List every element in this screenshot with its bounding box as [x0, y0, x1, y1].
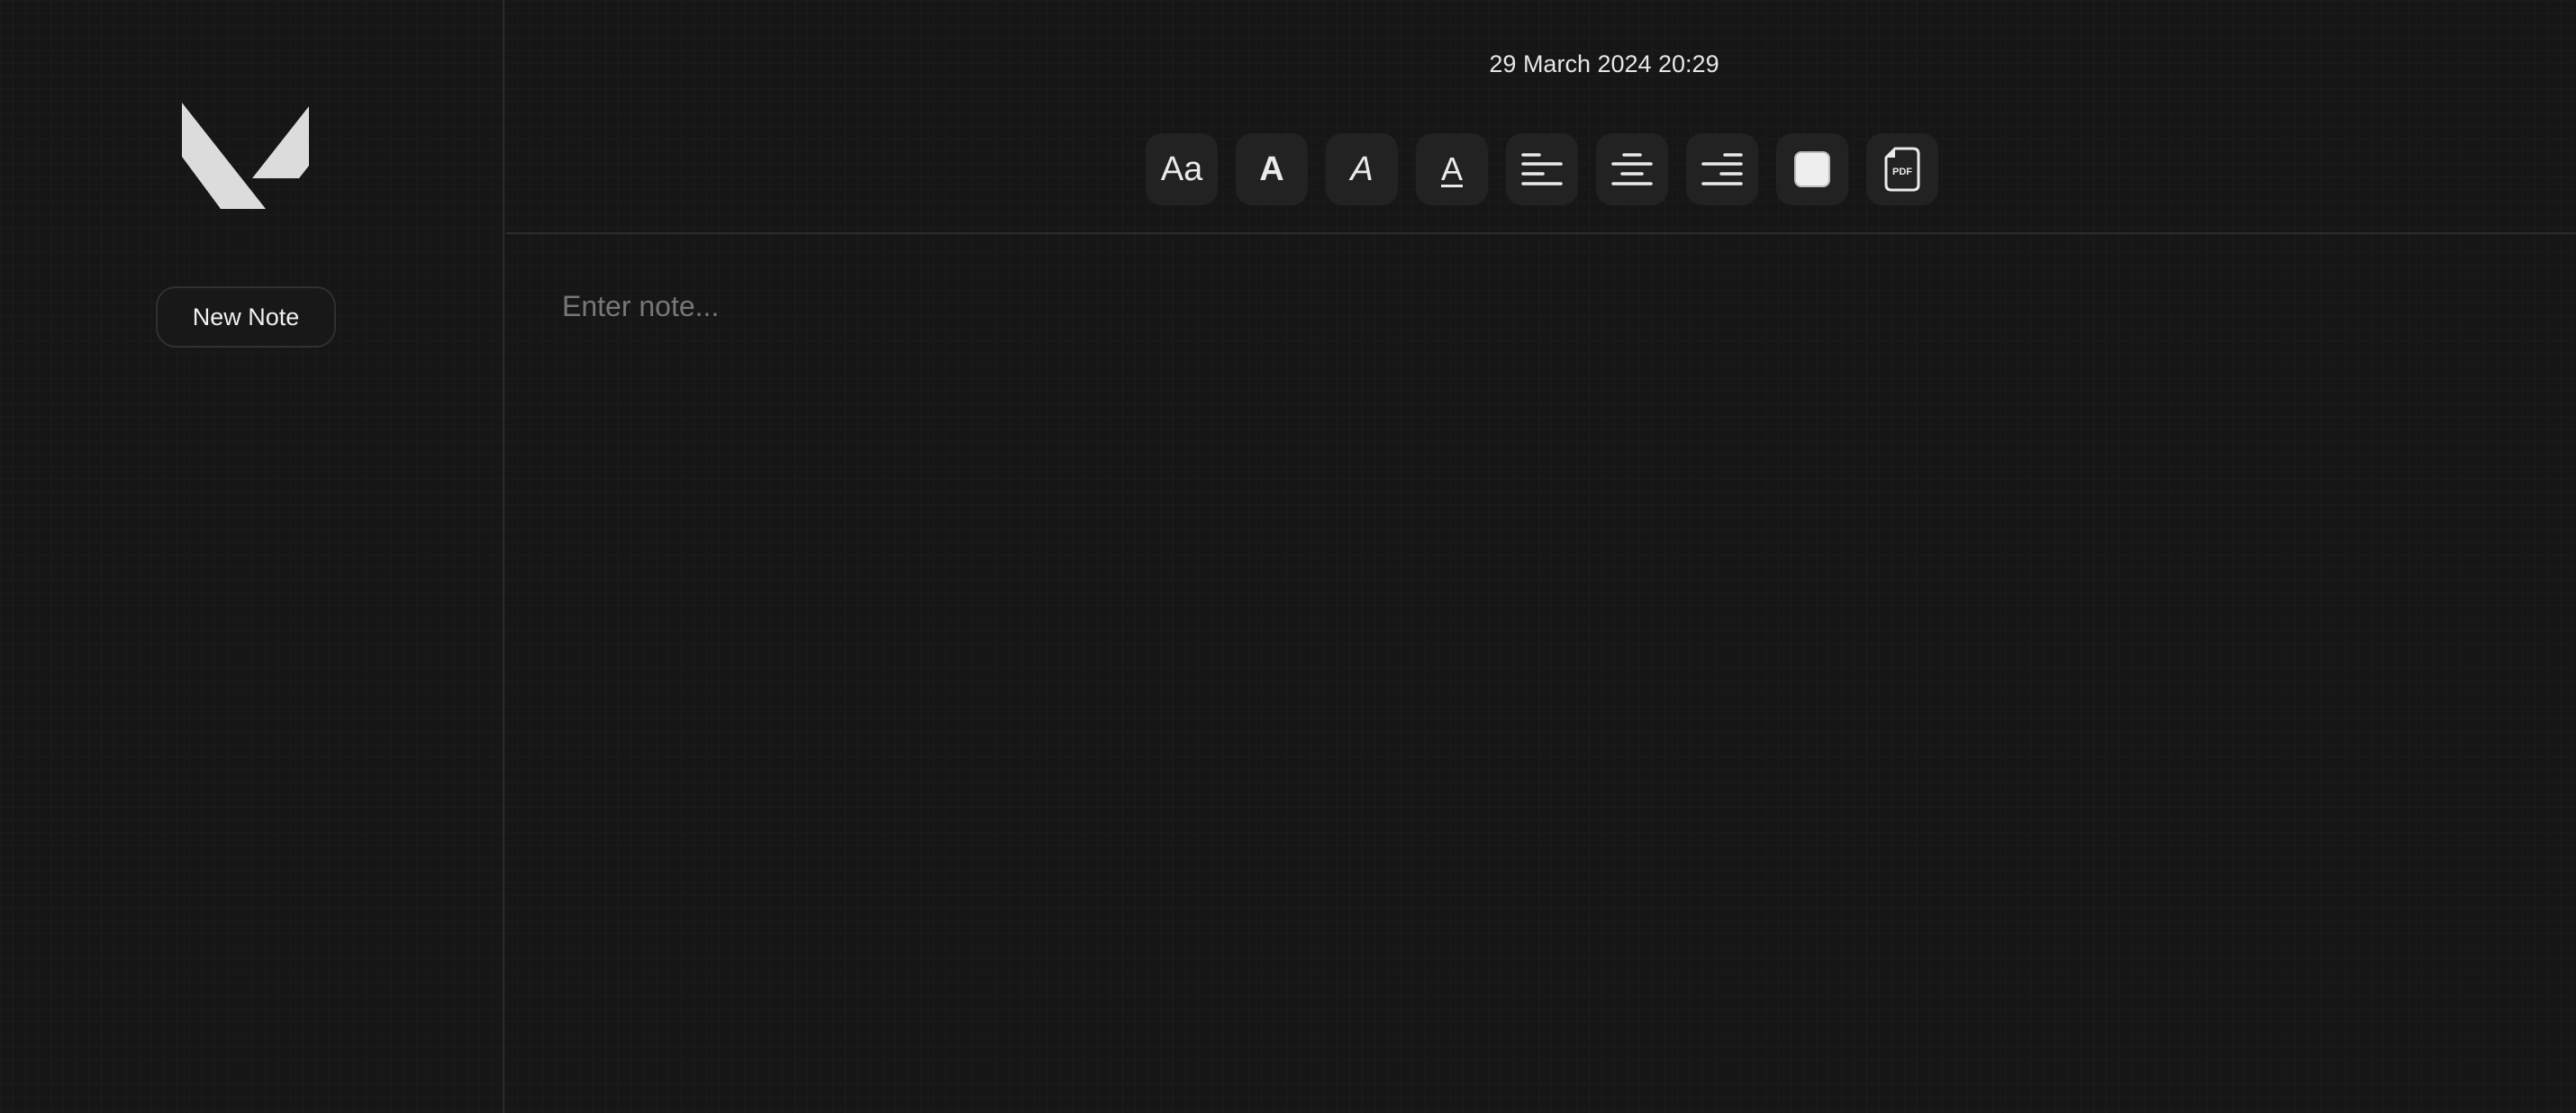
text-color-button[interactable] — [1776, 133, 1848, 205]
align-right-icon — [1701, 153, 1743, 186]
underline-button[interactable]: A — [1416, 133, 1488, 205]
color-swatch-icon — [1794, 151, 1830, 187]
align-left-button[interactable] — [1506, 133, 1578, 205]
font-size-button[interactable]: Aa — [1146, 133, 1218, 205]
editor-pane: 29 March 2024 20:29 Aa A A A PDF Enter n… — [506, 0, 2576, 1113]
note-input[interactable] — [558, 270, 2540, 1081]
valorant-logo-icon — [182, 103, 309, 209]
bold-icon: A — [1259, 150, 1284, 188]
italic-icon: A — [1350, 150, 1374, 188]
pdf-label: PDF — [1892, 167, 1912, 177]
italic-button[interactable]: A — [1326, 133, 1398, 205]
font-size-icon: Aa — [1160, 150, 1203, 188]
align-left-icon — [1521, 153, 1563, 186]
note-datetime: 29 March 2024 20:29 — [1489, 50, 1719, 77]
bold-button[interactable]: A — [1236, 133, 1308, 205]
sidebar: New Note — [0, 0, 504, 1113]
new-note-button[interactable]: New Note — [156, 286, 336, 348]
underline-icon: A — [1440, 150, 1463, 187]
app-window: New Note 29 March 2024 20:29 Aa A A A PD… — [0, 0, 2576, 1113]
align-center-icon — [1611, 153, 1653, 186]
toolbar-divider — [506, 232, 2576, 234]
align-right-button[interactable] — [1686, 133, 1758, 205]
formatting-toolbar: Aa A A A PDF — [1146, 133, 1938, 205]
pdf-export-icon: PDF — [1884, 147, 1920, 192]
export-pdf-button[interactable]: PDF — [1866, 133, 1938, 205]
align-center-button[interactable] — [1596, 133, 1668, 205]
